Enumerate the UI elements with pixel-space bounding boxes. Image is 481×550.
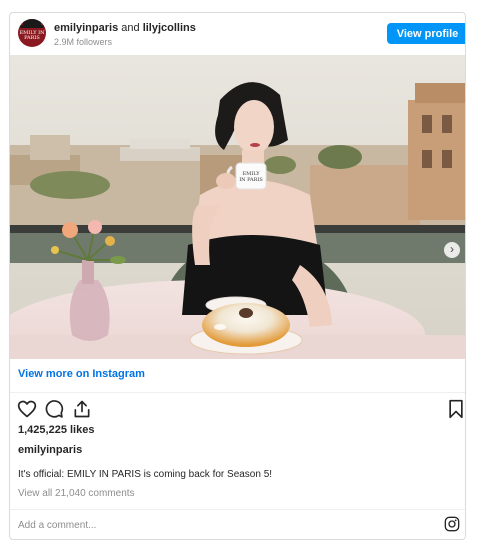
post-caption: It's official: EMILY IN PARIS is coming … (18, 469, 273, 480)
cup-text-2: IN PARIS (239, 177, 263, 183)
beret-brim (20, 25, 44, 28)
comment-icon[interactable] (44, 399, 64, 419)
account-avatar[interactable]: EMILY IN PARIS (18, 19, 46, 47)
view-profile-button[interactable]: View profile (387, 23, 465, 44)
heart-icon[interactable] (17, 399, 37, 419)
view-all-comments-link[interactable]: View all 21,040 comments (18, 488, 135, 499)
like-count: 1,425,225 likes (18, 424, 95, 436)
bookmark-icon[interactable] (446, 399, 466, 419)
account-names: emilyinparis and lilyjcollins (54, 22, 196, 34)
next-photo-button[interactable]: › (444, 242, 460, 258)
connector-text: and (121, 22, 140, 34)
post-header: EMILY IN PARIS emilyinparis and lilyjcol… (10, 13, 465, 55)
owner-username[interactable]: emilyinparis (18, 444, 82, 456)
followers-count: 2.9M followers (54, 37, 113, 47)
instagram-embed-card: EMILY IN PARIS emilyinparis and lilyjcol… (9, 12, 466, 540)
avatar-text: EMILY IN PARIS (19, 30, 45, 41)
share-icon[interactable] (72, 399, 92, 419)
view-more-link[interactable]: View more on Instagram (18, 368, 145, 380)
account-username[interactable]: emilyinparis (54, 22, 118, 34)
collaborator-username[interactable]: lilyjcollins (143, 22, 196, 34)
post-photo[interactable]: EMILY IN PARIS › (10, 55, 465, 359)
post-image: EMILY IN PARIS (10, 55, 465, 359)
action-bar (17, 399, 463, 419)
divider (10, 392, 465, 393)
instagram-logo-icon[interactable] (444, 516, 460, 532)
add-comment-input[interactable]: Add a comment... (18, 520, 96, 531)
divider (10, 509, 465, 510)
